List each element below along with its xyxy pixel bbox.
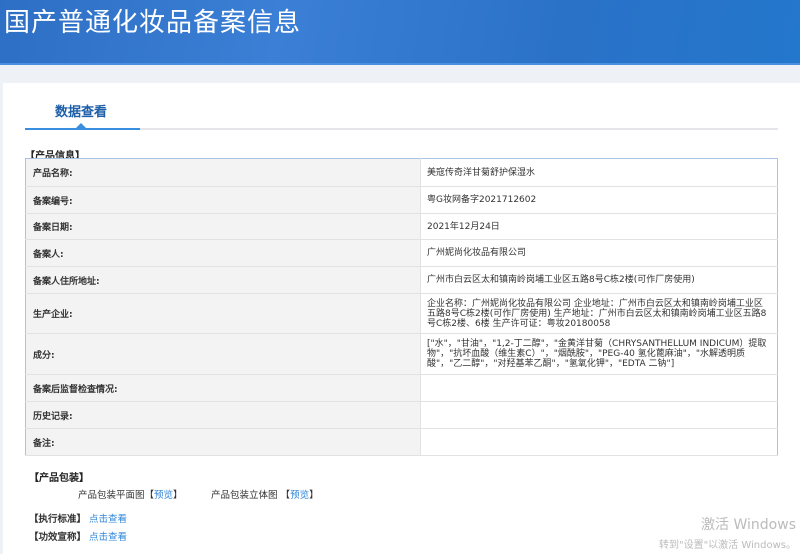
bracket: 【 (280, 490, 291, 501)
product-info-table: 产品名称: 美寇传奇洋甘菊舒护保湿水 备案编号: 粤G妆网备字2021712602 … (25, 158, 778, 456)
row-value (420, 374, 778, 402)
table-row: 成分: ["水"，"甘油"，"1,2-丁二醇"，"金黄洋甘菊（CHRYSANTHE… (25, 333, 778, 375)
standard-row: 【执行标准】 点击查看 (29, 511, 127, 525)
row-label: 成分: (25, 333, 421, 375)
page-title: 国产普通化妆品备案信息 (4, 8, 302, 38)
standard-label: 【执行标准】 (29, 514, 87, 525)
row-value (420, 401, 778, 429)
table-row: 备案人住所地址: 广州市白云区太和镇南岭岗埔工业区五路8号C栋2楼(可作厂房使用) (25, 266, 778, 294)
standard-link[interactable]: 点击查看 (89, 514, 127, 525)
efficacy-link[interactable]: 点击查看 (89, 532, 127, 543)
flat-preview-link[interactable]: 预览 (154, 490, 173, 501)
packaging-heading: 【产品包装】 (29, 473, 89, 484)
activation-watermark-sub: 转到"设置"以激活 Windows。 (658, 540, 796, 551)
row-label: 备案编号: (25, 186, 421, 214)
bracket: 】 (309, 490, 319, 501)
row-label: 生产企业: (25, 293, 421, 334)
efficacy-row: 【功效宣称】 点击查看 (29, 529, 127, 543)
row-value: 美寇传奇洋甘菊舒护保湿水 (420, 158, 778, 187)
row-value: 粤G妆网备字2021712602 (420, 186, 778, 214)
tab-active-indicator (25, 128, 140, 130)
row-label: 备案人: (25, 239, 421, 267)
row-value (420, 428, 778, 456)
table-row: 备注: (25, 428, 778, 456)
row-label: 备注: (25, 428, 421, 456)
bracket: 】 (173, 490, 183, 501)
solid-label: 产品包装立体图 (211, 490, 278, 501)
page-header: 国产普通化妆品备案信息 (0, 0, 800, 65)
row-label: 备案人住所地址: (25, 266, 421, 294)
row-label: 产品名称: (25, 158, 421, 187)
table-row: 备案编号: 粤G妆网备字2021712602 (25, 186, 778, 214)
row-value: 企业名称：广州妮尚化妆品有限公司 企业地址：广州市白云区太和镇南岭岗埔工业区五路… (420, 293, 778, 334)
row-value: 广州市白云区太和镇南岭岗埔工业区五路8号C栋2楼(可作厂房使用) (420, 266, 778, 294)
flat-label: 产品包装平面图 (78, 490, 145, 501)
bracket: 【 (144, 490, 155, 501)
row-value: ["水"，"甘油"，"1,2-丁二醇"，"金黄洋甘菊（CHRYSANTHELLU… (420, 333, 778, 375)
row-value: 广州妮尚化妆品有限公司 (420, 239, 778, 267)
table-row: 备案人: 广州妮尚化妆品有限公司 (25, 239, 778, 267)
tab-caret-icon (76, 123, 86, 128)
row-label: 备案后监督检查情况: (25, 374, 421, 402)
content-panel: 数据查看 【产品信息】 产品名称: 美寇传奇洋甘菊舒护保湿水 备案编号: 粤G妆网备… (3, 83, 800, 554)
table-row: 生产企业: 企业名称：广州妮尚化妆品有限公司 企业地址：广州市白云区太和镇南岭岗埔… (25, 293, 778, 334)
table-row: 产品名称: 美寇传奇洋甘菊舒护保湿水 (25, 158, 778, 187)
table-row: 历史记录: (25, 401, 778, 429)
packaging-solid: 产品包装立体图 【预览】 (211, 487, 319, 501)
tab-data-view[interactable]: 数据查看 (55, 101, 107, 120)
packaging-flat: 产品包装平面图【预览】 (78, 487, 183, 501)
row-value: 2021年12月24日 (420, 213, 778, 240)
table-row: 备案日期: 2021年12月24日 (25, 213, 778, 240)
efficacy-label: 【功效宣称】 (29, 532, 87, 543)
row-label: 历史记录: (25, 401, 421, 429)
activation-watermark: 激活 Windows (701, 517, 796, 533)
solid-preview-link[interactable]: 预览 (290, 490, 309, 501)
row-label: 备案日期: (25, 213, 421, 240)
table-row: 备案后监督检查情况: (25, 374, 778, 402)
